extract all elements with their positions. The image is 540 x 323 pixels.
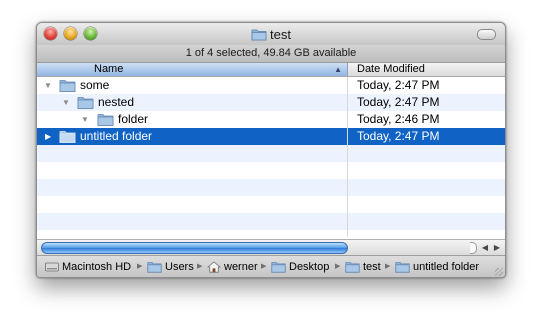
hard-drive-icon (45, 262, 59, 272)
path-item-test[interactable]: test (345, 256, 381, 277)
window-title: test (37, 27, 505, 42)
column-divider (347, 77, 348, 237)
path-label: werner (224, 261, 258, 273)
empty-row (37, 179, 505, 196)
folder-icon (251, 29, 267, 41)
item-date: Today, 2:46 PM (357, 112, 440, 126)
folder-icon (395, 262, 410, 273)
sort-ascending-icon: ▲ (334, 65, 342, 74)
empty-row (37, 213, 505, 230)
column-name-label: Name (94, 63, 124, 75)
scroll-right-icon[interactable]: ▶ (492, 242, 502, 253)
path-label: untitled folder (413, 261, 480, 273)
folder-icon (271, 262, 286, 273)
toolbar-toggle-button[interactable] (477, 29, 496, 40)
item-name: nested (98, 95, 135, 109)
item-name: some (80, 78, 110, 92)
folder-icon (59, 131, 76, 143)
path-item-macintosh-hd[interactable]: Macintosh HD (45, 256, 132, 277)
path-label: test (363, 261, 381, 273)
finder-window: test 1 of 4 selected, 49.84 GB available… (36, 22, 506, 278)
item-date: Today, 2:47 PM (357, 95, 440, 109)
scroll-track-end (470, 242, 477, 254)
item-name: untitled folder (80, 129, 153, 143)
status-bar: 1 of 4 selected, 49.84 GB available (37, 45, 505, 63)
list-item[interactable]: ▼ some Today, 2:47 PM (37, 77, 505, 94)
scroll-left-icon[interactable]: ◀ (480, 242, 490, 253)
disclosure-triangle-expanded-icon[interactable]: ▼ (62, 94, 70, 111)
empty-row (37, 162, 505, 179)
window-title-text: test (270, 27, 291, 42)
column-header-name[interactable]: Name ▲ (37, 63, 348, 76)
empty-row (37, 196, 505, 213)
path-label: Macintosh HD (62, 261, 132, 273)
column-header-date[interactable]: Date Modified (357, 63, 425, 76)
home-icon (206, 261, 222, 273)
folder-icon (59, 80, 76, 92)
path-separator-icon: ▶ (261, 263, 267, 270)
folder-icon (147, 262, 162, 273)
path-separator-icon: ▶ (335, 263, 341, 270)
list-item[interactable]: ▼ nested Today, 2:47 PM (37, 94, 505, 111)
path-item-desktop[interactable]: Desktop (271, 256, 330, 277)
item-name: folder (118, 112, 149, 126)
path-separator-icon: ▶ (385, 263, 391, 270)
path-separator-icon: ▶ (137, 263, 143, 270)
disclosure-triangle-collapsed-icon[interactable]: ▶ (45, 128, 51, 145)
disclosure-triangle-expanded-icon[interactable]: ▼ (81, 111, 89, 128)
item-date: Today, 2:47 PM (357, 129, 440, 143)
path-item-users[interactable]: Users (147, 256, 194, 277)
resize-grip-icon[interactable] (495, 268, 503, 276)
path-bar: Macintosh HD ▶ Users ▶ werner ▶ Desktop … (37, 255, 505, 277)
column-header: Name ▲ Date Modified (37, 63, 505, 77)
folder-icon (345, 262, 360, 273)
scrollbar-thumb[interactable] (41, 242, 348, 254)
path-label: Desktop (289, 261, 330, 273)
list-item-selected[interactable]: ▶ untitled folder Today, 2:47 PM (37, 128, 505, 145)
path-label: Users (165, 261, 194, 273)
list-item[interactable]: ▼ folder Today, 2:46 PM (37, 111, 505, 128)
path-separator-icon: ▶ (197, 263, 203, 270)
item-date: Today, 2:47 PM (357, 78, 440, 92)
file-list: ▼ some Today, 2:47 PM ▼ nested Today, 2:… (37, 77, 505, 230)
empty-row (37, 145, 505, 162)
disclosure-triangle-expanded-icon[interactable]: ▼ (44, 77, 52, 94)
path-item-untitled-folder[interactable]: untitled folder (395, 256, 480, 277)
folder-icon (97, 114, 114, 126)
path-item-werner[interactable]: werner (206, 256, 258, 277)
folder-icon (77, 97, 94, 109)
title-bar[interactable]: test (37, 23, 505, 45)
horizontal-scrollbar[interactable]: ◀ ▶ (37, 239, 505, 255)
